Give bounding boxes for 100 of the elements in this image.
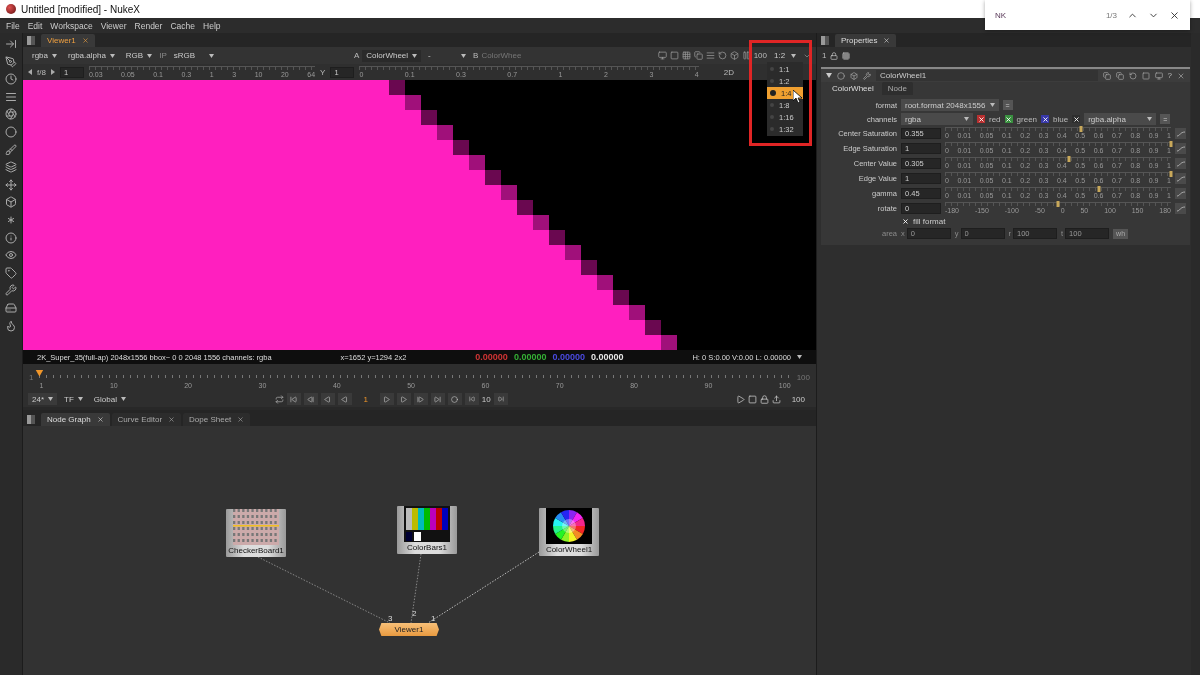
first-frame-button[interactable] (286, 393, 301, 405)
square-icon[interactable] (669, 51, 679, 60)
menu-item[interactable]: Render (130, 20, 167, 31)
channels-dropdown[interactable]: rgba (28, 49, 61, 62)
channel-checkbox[interactable] (1041, 115, 1050, 123)
arrow-icon[interactable] (5, 38, 17, 50)
curve-icon[interactable] (1175, 203, 1186, 214)
tab[interactable]: Viewer1 (41, 34, 95, 47)
lines-icon[interactable] (705, 51, 715, 60)
wrench-icon[interactable] (863, 71, 871, 80)
slider-handle[interactable] (1079, 126, 1083, 132)
curve-icon[interactable] (1175, 143, 1186, 154)
tab[interactable]: Node (881, 82, 913, 95)
increment-field[interactable]: 10 (481, 394, 491, 404)
menu-item[interactable]: Help (199, 20, 225, 31)
operation-dropdown[interactable]: - (424, 49, 471, 62)
fill-checkbox[interactable] (901, 217, 909, 226)
fps-dropdown[interactable]: 24* (28, 393, 57, 405)
cube-icon[interactable] (5, 196, 17, 209)
channel-checkbox[interactable] (1072, 115, 1081, 123)
lock-icon[interactable] (830, 51, 839, 60)
curve-icon[interactable] (1175, 158, 1186, 169)
forward-increment-button[interactable] (493, 393, 508, 405)
end-frame-field[interactable]: 100 (791, 394, 805, 404)
right-arrow-icon[interactable] (50, 69, 55, 75)
scope-dropdown[interactable]: Global (89, 393, 130, 405)
channel-checkbox[interactable] (1004, 115, 1013, 123)
tab[interactable]: Properties (835, 34, 897, 47)
wrench-icon[interactable] (5, 284, 17, 297)
prev-key-button[interactable] (303, 393, 318, 405)
slider-handle[interactable] (1067, 156, 1071, 162)
aperture-icon[interactable] (5, 108, 17, 121)
step-back-button[interactable] (337, 393, 352, 405)
slider-handle[interactable] (1097, 186, 1101, 192)
layers-icon[interactable] (5, 161, 17, 174)
last-frame-button[interactable] (430, 393, 445, 405)
tab[interactable]: Curve Editor (111, 413, 182, 426)
monitor-icon[interactable] (657, 51, 667, 60)
drive-icon[interactable] (5, 301, 17, 314)
tag-icon[interactable] (5, 266, 17, 279)
monitor-icon[interactable] (1154, 71, 1163, 80)
loop-icon[interactable] (274, 394, 284, 404)
lut-dropdown[interactable]: sRGB (169, 49, 218, 62)
playhead[interactable] (35, 369, 44, 377)
menu-item[interactable]: Workspace (46, 20, 97, 31)
play-icon[interactable] (735, 394, 745, 404)
find-field[interactable]: NK (995, 10, 1096, 20)
menu-item[interactable]: File (2, 20, 24, 31)
circle-icon[interactable] (837, 71, 845, 80)
current-frame[interactable]: 1 (354, 394, 377, 404)
node[interactable]: ColorWheel1 (539, 508, 599, 556)
eye-icon[interactable] (5, 249, 17, 262)
step-forward-button[interactable] (379, 393, 394, 405)
info-icon[interactable] (5, 231, 17, 244)
mode-label[interactable]: 2D (723, 67, 734, 77)
brush-icon[interactable] (5, 143, 17, 156)
alpha-dropdown[interactable]: rgba.alpha (1084, 113, 1157, 125)
square-icon[interactable] (1141, 71, 1150, 80)
tab[interactable]: Node Graph (41, 413, 110, 426)
viewer-node[interactable]: Viewer1 (379, 623, 439, 636)
clock-icon[interactable] (5, 73, 17, 86)
circle-icon[interactable] (5, 125, 17, 138)
node-name-field[interactable]: ColorWheel1 (876, 70, 1098, 81)
collapse-icon[interactable] (826, 73, 832, 78)
copy-icon[interactable] (1102, 71, 1111, 80)
lines-icon[interactable] (5, 90, 17, 103)
play-reverse-button[interactable] (320, 393, 335, 405)
channels-dropdown[interactable]: rgba (901, 113, 973, 125)
slider-handle[interactable] (1169, 171, 1173, 177)
play-button[interactable] (396, 393, 411, 405)
close-icon[interactable] (1169, 9, 1180, 21)
slider-handle[interactable] (1169, 141, 1173, 147)
move-icon[interactable] (5, 178, 17, 191)
node[interactable]: CheckerBoard1 (226, 509, 286, 557)
copy-icon[interactable] (1115, 71, 1124, 80)
lock-icon[interactable] (759, 394, 769, 404)
input-dropdown[interactable]: ColorWheel (362, 49, 422, 62)
alpha-dropdown[interactable]: rgba.alpha (64, 49, 119, 62)
pause-icon[interactable] (741, 51, 751, 60)
menu-item[interactable]: Viewer (96, 20, 131, 31)
flame-icon[interactable] (5, 319, 17, 332)
curve-icon[interactable] (1175, 128, 1186, 139)
curve-icon[interactable] (1175, 173, 1186, 184)
pen-icon[interactable] (5, 55, 17, 68)
square-icon[interactable] (747, 394, 757, 404)
help-button[interactable]: ? (1167, 71, 1172, 80)
panel-count[interactable]: 1 (822, 51, 827, 60)
time-dropdown[interactable]: TF (60, 393, 87, 405)
channel-checkbox[interactable] (977, 115, 985, 123)
node[interactable]: ColorBars1 (397, 506, 457, 554)
undo-icon[interactable] (1128, 71, 1137, 80)
copy-icon[interactable] (693, 51, 703, 60)
refresh-icon[interactable] (717, 51, 727, 60)
stop-button[interactable] (447, 393, 462, 405)
export-icon[interactable] (771, 394, 781, 404)
curve-icon[interactable] (1175, 188, 1186, 199)
left-arrow-icon[interactable] (28, 69, 32, 75)
format-dropdown[interactable]: root.format 2048x1556 (901, 99, 999, 111)
menu-item[interactable]: Cache (166, 20, 199, 31)
display-dropdown[interactable]: RGB (121, 49, 157, 62)
